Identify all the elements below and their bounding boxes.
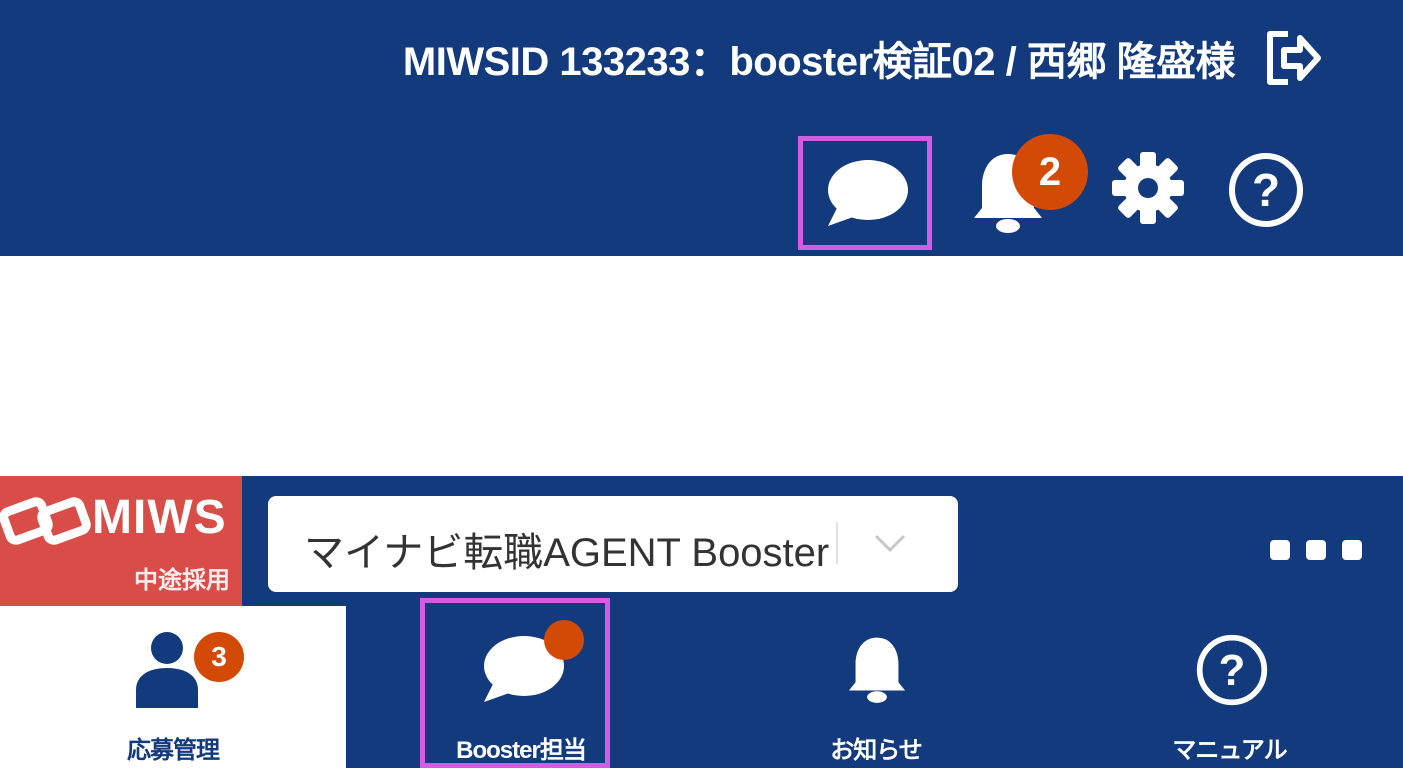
miws-logo[interactable]: MIWS 中途採用 (0, 476, 242, 606)
nav-news[interactable]: お知らせ (696, 606, 1056, 768)
help-icon: ? (1196, 634, 1268, 706)
person-icon (136, 632, 198, 708)
app-bar: MIWS 中途採用 マイナビ転職AGENT Booster 3 応募管理 Boo… (0, 476, 1403, 768)
nav-manual[interactable]: ? マニュアル (1056, 606, 1403, 768)
logo-subtext: 中途採用 (134, 567, 230, 594)
service-select[interactable]: マイナビ転職AGENT Booster (268, 496, 958, 592)
help-button[interactable]: ? (1226, 150, 1306, 230)
service-select-value: マイナビ転職AGENT Booster (304, 531, 830, 575)
notification-count-badge: 2 (1012, 134, 1088, 210)
user-info: MIWSID 133233：booster検証02 / 西郷 隆盛様 (402, 40, 1236, 84)
top-header: MIWSID 133233：booster検証02 / 西郷 隆盛様 2 ? (0, 0, 1403, 256)
nav-applicant-management[interactable]: 3 応募管理 (0, 606, 346, 768)
applicant-count-badge: 3 (194, 632, 244, 682)
nav-label: 応募管理 (127, 737, 220, 764)
chat-highlight-box (798, 136, 932, 250)
select-divider (836, 522, 838, 564)
more-menu-icon[interactable] (1268, 538, 1384, 562)
logo-text: MIWS (92, 491, 227, 544)
gear-icon (1112, 152, 1184, 224)
logout-icon[interactable] (1262, 28, 1322, 88)
chevron-down-icon (874, 534, 906, 553)
booster-highlight-box (420, 598, 610, 768)
svg-text:?: ? (1219, 646, 1246, 695)
nav-label: マニュアル (1172, 737, 1287, 764)
help-icon: ? (1229, 153, 1303, 227)
settings-button[interactable] (1110, 150, 1186, 226)
nav-label: お知らせ (830, 737, 923, 764)
bell-icon (848, 637, 906, 703)
chain-logo-icon (0, 497, 91, 545)
svg-text:?: ? (1252, 164, 1280, 216)
